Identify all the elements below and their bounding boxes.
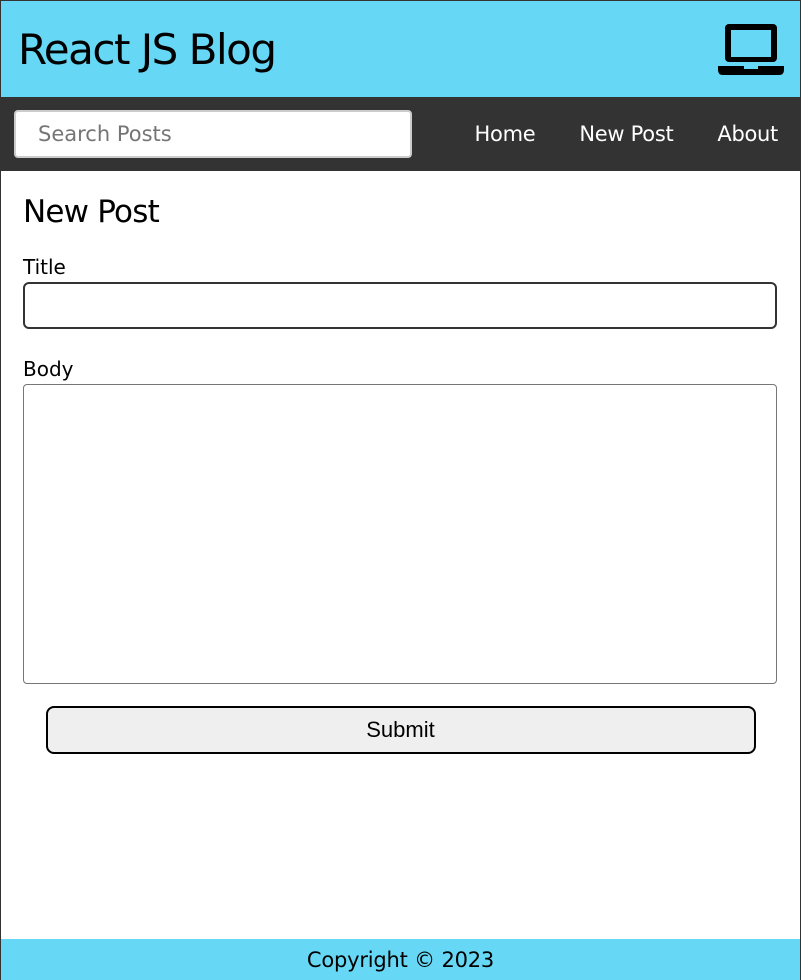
site-title: React JS Blog — [18, 25, 277, 74]
body-label: Body — [23, 357, 74, 382]
app-root: React JS Blog Home New Post About New Po… — [0, 0, 801, 980]
nav-bar: Home New Post About — [1, 97, 800, 171]
submit-button[interactable]: Submit — [45, 706, 756, 755]
main-content: New Post Title Body Submit — [1, 171, 800, 939]
title-input[interactable] — [23, 282, 777, 330]
body-textarea[interactable] — [23, 384, 777, 685]
nav-links: Home New Post About — [431, 122, 779, 146]
site-header: React JS Blog — [1, 1, 800, 97]
page-title: New Post — [23, 194, 160, 230]
copyright-text: Copyright © 2023 — [306, 947, 495, 972]
site-footer: Copyright © 2023 — [1, 939, 800, 980]
new-post-form: Title Body Submit — [23, 255, 778, 755]
nav-link-home[interactable]: Home — [475, 122, 536, 146]
title-label: Title — [23, 255, 66, 280]
nav-link-new-post[interactable]: New Post — [579, 122, 673, 146]
nav-link-about[interactable]: About — [717, 122, 778, 146]
search-input[interactable] — [14, 110, 412, 158]
laptop-icon — [718, 24, 784, 75]
